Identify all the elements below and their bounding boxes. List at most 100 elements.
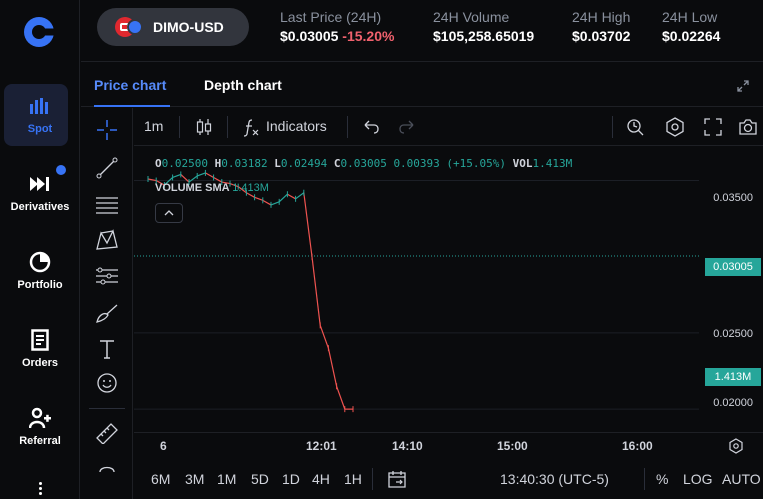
x-tick: 12:01 bbox=[306, 439, 337, 453]
range-1m[interactable]: 1M bbox=[217, 471, 236, 487]
last-price-stat: Last Price (24H) $0.03005 -15.20% bbox=[280, 9, 394, 44]
nav-item-referral[interactable]: Referral bbox=[0, 392, 80, 462]
range-4h[interactable]: 4H bbox=[312, 471, 330, 487]
function-icon[interactable] bbox=[241, 117, 261, 137]
ohlc-legend: O0.02500 H0.03182 L0.02494 C0.03005 0.00… bbox=[155, 157, 573, 170]
low-label: 24H Low bbox=[662, 9, 718, 25]
log-toggle[interactable]: LOG bbox=[683, 471, 713, 487]
horizontal-lines-tool-icon[interactable] bbox=[94, 192, 120, 218]
range-3m[interactable]: 3M bbox=[185, 471, 204, 487]
volume-stat: 24H Volume $105,258.65019 bbox=[433, 9, 534, 44]
fib-tool-icon[interactable] bbox=[94, 263, 120, 289]
chart-toolbar: 1m Indicators bbox=[134, 108, 763, 146]
pair-selector[interactable]: DIMO-USD bbox=[97, 8, 249, 46]
range-6m[interactable]: 6M bbox=[151, 471, 170, 487]
more-icon[interactable] bbox=[34, 482, 46, 498]
price-segment bbox=[295, 192, 305, 200]
range-bar: 6M 3M 1M 5D 1D 4H 1H 13:40:30 (UTC-5) % … bbox=[134, 458, 763, 499]
crosshair-tool-icon[interactable] bbox=[94, 117, 120, 143]
price-segment bbox=[270, 201, 280, 206]
volume-value: $105,258.65019 bbox=[433, 28, 535, 44]
clock-time[interactable]: 13:40:30 (UTC-5) bbox=[500, 471, 609, 487]
interval-selector[interactable]: 1m bbox=[144, 118, 163, 134]
active-tab-indicator bbox=[94, 105, 170, 107]
price-axis[interactable]: 0.03500 0.03005 0.02500 1.413M 0.02000 bbox=[700, 147, 763, 432]
volume-sma-value: 1.413M bbox=[232, 182, 269, 194]
low-value: 0.02494 bbox=[280, 157, 328, 170]
price-segment bbox=[262, 199, 272, 206]
volume-value: 1.413M bbox=[532, 157, 573, 170]
nav-label-referral: Referral bbox=[19, 435, 61, 447]
price-segment bbox=[278, 193, 288, 203]
x-tick: 15:00 bbox=[497, 439, 528, 453]
tab-price-chart[interactable]: Price chart bbox=[94, 77, 166, 93]
emoji-tool-icon[interactable] bbox=[94, 370, 120, 396]
chart-tabs: Price chart Depth chart bbox=[81, 63, 763, 107]
nav-label-portfolio: Portfolio bbox=[17, 279, 63, 291]
candlestick-icon[interactable] bbox=[194, 117, 214, 137]
volume-sma-legend: VOLUME SMA 1.413M bbox=[155, 182, 269, 194]
range-1d[interactable]: 1D bbox=[282, 471, 300, 487]
chevron-up-icon bbox=[164, 210, 174, 216]
open-value: 0.02500 bbox=[161, 157, 208, 170]
volume-sma-label: VOLUME SMA bbox=[155, 182, 230, 194]
collapse-legend-button[interactable] bbox=[155, 203, 183, 223]
price-segment bbox=[172, 173, 182, 179]
nav-item-orders[interactable]: Orders bbox=[0, 314, 80, 384]
x-tick: 16:00 bbox=[622, 439, 653, 453]
x-tick: 14:10 bbox=[392, 439, 423, 453]
pattern-tool-icon[interactable] bbox=[94, 227, 120, 253]
axis-settings-icon[interactable] bbox=[728, 438, 744, 454]
x-tick: 6 bbox=[160, 439, 167, 453]
bar-chart-icon bbox=[29, 95, 51, 117]
date-range-icon[interactable] bbox=[387, 469, 407, 489]
last-price-tag: 0.03005 bbox=[705, 258, 761, 276]
percent-toggle[interactable]: % bbox=[656, 471, 668, 487]
dimo-usd-token-icon bbox=[115, 17, 143, 37]
auto-toggle[interactable]: AUTO bbox=[722, 471, 761, 487]
price-segment bbox=[287, 193, 296, 200]
price-segment bbox=[311, 256, 321, 326]
range-5d[interactable]: 5D bbox=[251, 471, 269, 487]
high-value: $0.03702 bbox=[572, 28, 631, 44]
price-segment bbox=[205, 172, 214, 179]
nav-item-portfolio[interactable]: Portfolio bbox=[0, 236, 80, 306]
nav-label-derivatives: Derivatives bbox=[10, 201, 70, 213]
last-price-value: $0.03005 bbox=[280, 28, 339, 44]
nav-label-spot: Spot bbox=[27, 123, 53, 135]
ruler-tool-icon[interactable] bbox=[94, 420, 120, 446]
price-segment bbox=[319, 325, 329, 349]
price-segment bbox=[303, 192, 313, 257]
volume-label: 24H Volume bbox=[433, 9, 510, 25]
redo-icon[interactable] bbox=[397, 117, 417, 137]
price-segment bbox=[336, 386, 346, 410]
price-segment bbox=[196, 172, 206, 177]
coinbase-logo[interactable] bbox=[21, 14, 57, 50]
undo-icon[interactable] bbox=[361, 117, 381, 137]
nav-item-derivatives[interactable]: Derivatives bbox=[0, 158, 80, 228]
high-label: 24H High bbox=[572, 9, 631, 25]
y-tick: 0.02000 bbox=[713, 397, 753, 409]
time-axis[interactable]: 6 12:01 14:10 15:00 16:00 bbox=[134, 432, 763, 458]
close-value: 0.03005 bbox=[340, 157, 387, 170]
magnet-tool-icon[interactable] bbox=[94, 456, 120, 482]
expand-icon[interactable] bbox=[737, 80, 749, 92]
trendline-tool-icon[interactable] bbox=[94, 155, 120, 181]
notification-badge bbox=[56, 165, 66, 175]
indicators-button[interactable]: Indicators bbox=[266, 118, 327, 134]
volume-tag: 1.413M bbox=[705, 368, 761, 386]
brush-tool-icon[interactable] bbox=[94, 300, 120, 326]
camera-icon[interactable] bbox=[738, 117, 758, 137]
settings-icon[interactable] bbox=[665, 117, 685, 137]
quick-search-icon[interactable] bbox=[625, 117, 645, 137]
fullscreen-icon[interactable] bbox=[703, 117, 723, 137]
market-header: DIMO-USD Last Price (24H) $0.03005 -15.2… bbox=[81, 0, 763, 62]
nav-item-spot[interactable]: Spot bbox=[0, 80, 80, 150]
change-value: 0.00393 (+15.05%) bbox=[393, 157, 507, 170]
high-value: 0.03182 bbox=[221, 157, 268, 170]
range-1h[interactable]: 1H bbox=[344, 471, 362, 487]
low-stat: 24H Low $0.02264 bbox=[662, 9, 720, 44]
pair-name: DIMO-USD bbox=[153, 19, 224, 35]
text-tool-icon[interactable] bbox=[94, 336, 120, 362]
tab-depth-chart[interactable]: Depth chart bbox=[204, 77, 282, 93]
